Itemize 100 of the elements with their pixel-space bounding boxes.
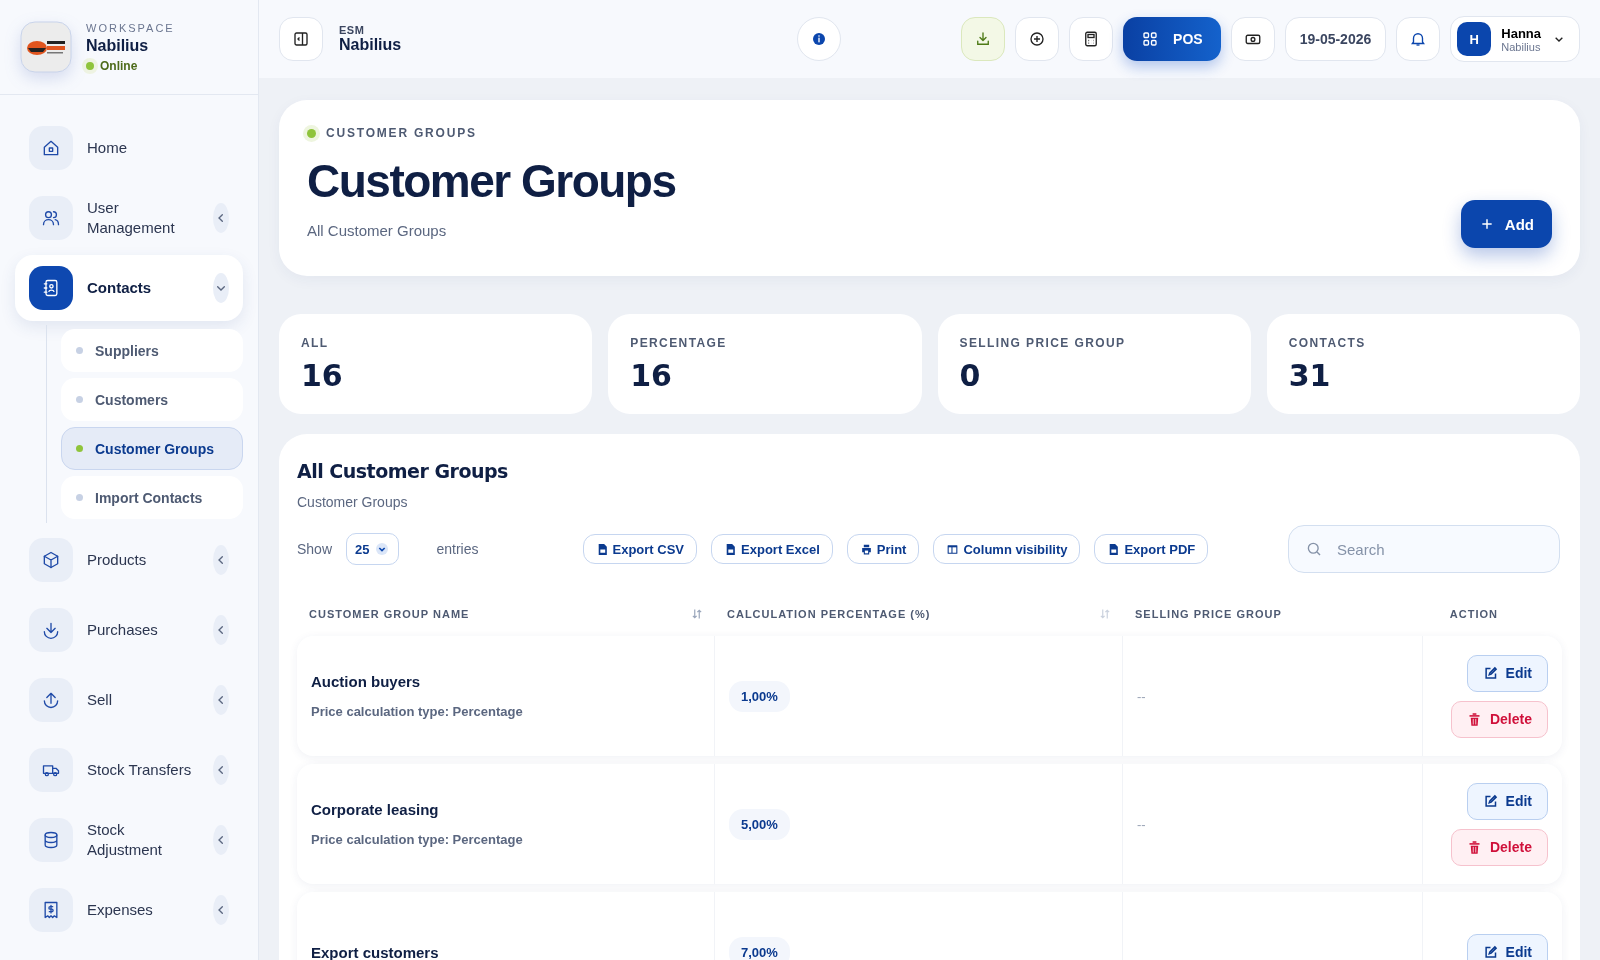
plus-circle-icon <box>1028 30 1047 48</box>
submenu-item[interactable]: Suppliers <box>61 329 243 372</box>
file-icon <box>724 542 738 556</box>
file-icon <box>1107 542 1121 556</box>
chevron-button[interactable] <box>213 755 229 785</box>
download-icon <box>41 620 61 640</box>
nav-label: Home <box>87 138 128 158</box>
chevron-button[interactable] <box>213 685 229 715</box>
nav-item[interactable]: Sell <box>15 667 243 733</box>
address-book-icon <box>41 278 61 298</box>
export-button[interactable]: Export PDF <box>1094 534 1209 564</box>
stat-value: 0 <box>959 358 982 393</box>
submenu-item[interactable]: Import Contacts <box>61 476 243 519</box>
chevron-button[interactable] <box>213 273 229 303</box>
chevron-button[interactable] <box>213 545 229 575</box>
user-menu[interactable]: H Hanna Nabilius <box>1450 16 1580 62</box>
page-title: Nabilius <box>339 36 402 54</box>
nav-label: Sell <box>87 690 113 710</box>
breadcrumb: CUSTOMER GROUPS <box>326 126 477 140</box>
nav-label: User Management <box>87 198 176 238</box>
show-label: Show <box>297 541 333 557</box>
nav-label: Products <box>87 550 148 570</box>
percentage-pill: 5,00% <box>729 808 790 840</box>
stat-value: 16 <box>301 358 344 393</box>
notification-button[interactable] <box>1396 17 1441 61</box>
chevron-button[interactable] <box>213 825 229 855</box>
column-header: CUSTOMER GROUP NAME <box>309 608 470 620</box>
cash-button[interactable] <box>1230 17 1275 61</box>
edit-button[interactable]: Edit <box>1466 782 1548 820</box>
nav-label: Contacts <box>87 278 153 298</box>
export-button[interactable]: Export CSV <box>582 534 698 564</box>
add-circle-button[interactable] <box>1015 17 1060 61</box>
nav-item[interactable]: User Management <box>15 185 243 251</box>
status-text: Online <box>100 58 138 73</box>
submenu-item[interactable]: Customers <box>61 378 243 421</box>
info-icon <box>811 31 828 47</box>
sidebar-toggle-icon <box>292 30 310 48</box>
search-input[interactable]: Search <box>1335 539 1509 559</box>
edit-icon <box>1482 944 1498 960</box>
calculation-type: Price calculation type: Percentage <box>311 832 524 847</box>
date-button[interactable]: 19-05-2026 <box>1284 17 1387 61</box>
edit-button[interactable]: Edit <box>1466 654 1548 692</box>
chevron-button[interactable] <box>213 895 229 925</box>
nav-label: Expenses <box>87 900 154 920</box>
table-subtitle: Customer Groups <box>297 494 409 510</box>
search-icon <box>1305 540 1323 558</box>
printer-icon <box>859 542 873 556</box>
delete-button[interactable]: Delete <box>1450 700 1548 738</box>
nav-label: Stock Adjustment <box>87 820 164 860</box>
export-button[interactable]: Print <box>846 534 920 564</box>
submenu-item[interactable]: Customer Groups <box>61 427 243 470</box>
column-header: SELLING PRICE GROUP <box>1135 608 1282 620</box>
sidebar-toggle-button[interactable] <box>279 17 323 61</box>
stat-label: ALL <box>301 336 330 350</box>
subheading: All Customer Groups <box>307 222 448 239</box>
group-name: Auction buyers <box>311 673 422 690</box>
nav-item[interactable]: Contacts <box>15 255 243 321</box>
group-name: Export customers <box>311 943 440 960</box>
export-button[interactable]: Export Excel <box>711 534 833 564</box>
sort-icon[interactable] <box>691 608 703 620</box>
pos-button[interactable]: POS <box>1123 17 1221 61</box>
status-dot <box>307 128 316 138</box>
sort-icon[interactable] <box>1099 608 1111 620</box>
users-icon <box>41 208 61 228</box>
table-cell-text: -- <box>1137 816 1147 832</box>
nav-item[interactable]: Stock Adjustment <box>15 807 243 873</box>
heading: Customer Groups <box>307 154 676 208</box>
nav-item[interactable]: Stock Transfers <box>15 737 243 803</box>
table-title: All Customer Groups <box>297 460 509 482</box>
nav-item[interactable]: Purchases <box>15 597 243 663</box>
user-name: Hanna <box>1501 25 1541 41</box>
column-header: ACTION <box>1449 608 1498 620</box>
caret-icon <box>373 541 390 557</box>
nav-item[interactable]: Home <box>15 115 243 181</box>
page-size-select[interactable]: 25 <box>346 533 399 565</box>
table-cell-text: -- <box>1137 688 1147 704</box>
add-button[interactable]: Add <box>1460 200 1552 248</box>
export-button[interactable]: Column visibility <box>933 534 1081 564</box>
calculator-button[interactable] <box>1069 17 1114 61</box>
chevron-button[interactable] <box>213 203 229 233</box>
percentage-pill: 1,00% <box>729 680 790 712</box>
delete-button[interactable]: Delete <box>1450 828 1548 866</box>
download-button[interactable] <box>961 17 1006 61</box>
edit-icon <box>1482 793 1498 809</box>
info-button[interactable] <box>797 17 842 61</box>
nav-item[interactable]: Expenses <box>15 877 243 943</box>
section-label: ESM <box>339 24 366 36</box>
grid-icon <box>1141 30 1160 48</box>
upload-icon <box>41 690 61 710</box>
avatar: H <box>1457 22 1492 56</box>
nav-item[interactable]: Products <box>15 527 243 593</box>
stat-value: 31 <box>1288 358 1332 393</box>
search-field[interactable]: Search <box>1288 525 1560 573</box>
nav-label: Stock Transfers <box>87 760 193 780</box>
user-org: Nabilius <box>1501 40 1541 53</box>
edit-icon <box>1482 665 1498 681</box>
nav-label: Purchases <box>87 620 159 640</box>
chevron-button[interactable] <box>213 615 229 645</box>
edit-button[interactable]: Edit <box>1466 933 1548 960</box>
stat-label: PERCENTAGE <box>630 336 728 350</box>
